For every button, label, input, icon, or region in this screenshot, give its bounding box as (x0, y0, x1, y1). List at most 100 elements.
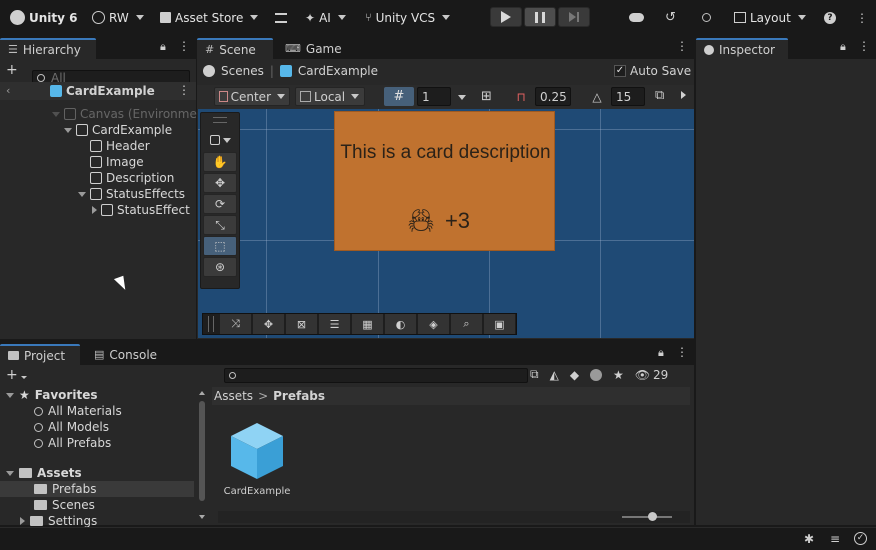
pause-button[interactable] (524, 7, 556, 27)
search-button[interactable] (702, 9, 711, 26)
history-button[interactable]: ↺ (665, 9, 676, 26)
scroll-up-icon[interactable] (199, 391, 205, 395)
search-by-type-icon[interactable]: ⧉ (530, 367, 539, 382)
cloud-button[interactable] (629, 9, 644, 26)
play-button[interactable] (490, 7, 522, 27)
grid-toggle[interactable]: # (384, 87, 414, 106)
check-circle-icon[interactable]: ✓ (854, 532, 867, 545)
assets-header[interactable]: Assets (6, 465, 82, 481)
tab-hierarchy[interactable]: ☰ Hierarchy (0, 38, 96, 59)
overlay-tool-button[interactable]: ⌕ (451, 314, 482, 334)
rotate-tool-button[interactable]: ⟳ (203, 194, 237, 214)
info-filter-icon[interactable] (590, 368, 603, 381)
tab-inspector[interactable]: Inspector (696, 38, 788, 59)
lock-icon[interactable]: 🔒︎ (658, 346, 664, 360)
space-dropdown[interactable]: Local (295, 87, 365, 106)
scroll-down-icon[interactable] (199, 515, 205, 519)
favorites-header[interactable]: ★ Favorites (6, 387, 97, 403)
angle-snap-field[interactable]: 15 (611, 87, 645, 106)
folder-tree-scrollbar[interactable] (198, 391, 206, 519)
chevron-down-icon[interactable] (458, 95, 466, 100)
tab-game[interactable]: ⌨ Game (277, 38, 350, 59)
help-button[interactable]: ? (824, 9, 836, 26)
folder-item-scenes[interactable]: Scenes (34, 497, 95, 513)
hierarchy-item[interactable]: StatusEffect (92, 202, 190, 218)
tab-console[interactable]: ▤ Console (86, 344, 165, 365)
star-icon[interactable]: ★ (613, 368, 624, 382)
scrollbar-thumb[interactable] (199, 401, 205, 501)
visibility-count[interactable]: 👁︎ 29 (635, 368, 669, 382)
layers-button[interactable] (275, 9, 287, 26)
drag-handle[interactable] (213, 117, 227, 123)
kebab-icon[interactable]: ⋮ (178, 39, 190, 53)
asset-tile[interactable]: CardExample (222, 421, 292, 497)
overlay-tool-button[interactable]: ⤨ (220, 314, 251, 334)
move-tool-button[interactable]: ✥ (203, 173, 237, 193)
icon-size-slider-track[interactable] (622, 516, 672, 518)
overlay-tool-button[interactable]: ⊠ (286, 314, 317, 334)
card-preview[interactable]: This is a card description 🦀︎ +3 (334, 111, 555, 251)
overlay-tool-button[interactable]: ☰ (319, 314, 350, 334)
lock-icon[interactable]: 🔒︎ (160, 40, 166, 54)
kebab-icon[interactable]: ⋮ (858, 39, 870, 53)
unity-menu[interactable]: Unity 6 (10, 9, 78, 26)
hierarchy-scene-row[interactable]: ‹ CardExample ⋮ (0, 82, 196, 100)
snap-grid-icon[interactable]: ⊞ (481, 89, 492, 104)
snap-magnet-icon[interactable]: ⊓ (509, 90, 533, 104)
scale-tool-button[interactable]: ⤡ (203, 215, 237, 235)
favorite-item[interactable]: All Materials (34, 403, 122, 419)
create-button[interactable]: + (6, 367, 27, 383)
tab-project[interactable]: Project (0, 344, 80, 365)
scene-view-options-icon[interactable]: ⧉ (655, 88, 664, 103)
hierarchy-item[interactable]: Canvas (Environment) (52, 106, 214, 122)
vcs-dropdown[interactable]: ⑂ Unity VCS (365, 9, 451, 26)
rect-tool-button[interactable]: ⬚ (203, 236, 237, 256)
kebab-icon[interactable]: ⋮ (178, 83, 190, 97)
hierarchy-item[interactable]: StatusEffects (78, 186, 185, 202)
hierarchy-item[interactable]: Description (90, 170, 174, 186)
overflow-arrow-icon[interactable] (681, 91, 686, 99)
overlay-tool-button[interactable]: ▣ (484, 314, 515, 334)
overlay-tool-button[interactable]: ◈ (418, 314, 449, 334)
kebab-icon[interactable]: ⋮ (676, 345, 688, 359)
scene-viewport[interactable]: This is a card description 🦀︎ +3 (198, 109, 694, 338)
label-tag-icon[interactable]: ◆ (570, 368, 579, 382)
overlay-tool-button[interactable]: ✥ (253, 314, 284, 334)
overlay-tool-button[interactable]: ▦ (352, 314, 383, 334)
hand-tool-button[interactable]: ✋ (203, 152, 237, 172)
filter-shapes-icon[interactable]: ◭ (550, 368, 559, 382)
favorite-item[interactable]: All Models (34, 419, 109, 435)
breadcrumb-prefabs[interactable]: Prefabs (273, 389, 325, 403)
tab-scene[interactable]: # Scene (197, 38, 273, 59)
more-menu-button[interactable]: ⋮ (856, 9, 868, 26)
layout-dropdown[interactable]: Layout (734, 9, 806, 26)
overlay-tool-button[interactable]: ◐ (385, 314, 416, 334)
bug-icon[interactable]: ✱ (804, 532, 814, 546)
angle-snap-icon[interactable]: △ (585, 90, 609, 104)
favorite-item[interactable]: All Prefabs (34, 435, 111, 451)
folder-item-prefabs[interactable]: Prefabs (0, 481, 194, 497)
database-icon[interactable]: ≡ (830, 532, 840, 546)
tool-mode-dropdown[interactable] (203, 129, 237, 151)
account-dropdown[interactable]: RW (92, 9, 144, 26)
breadcrumb-scenes[interactable]: Scenes (221, 64, 264, 78)
lock-icon[interactable]: 🔒︎ (840, 40, 846, 54)
grid-size-field[interactable]: 1 (417, 87, 451, 106)
snap-increment-field[interactable]: 0.25 (535, 87, 571, 106)
breadcrumb-assets[interactable]: Assets (214, 389, 253, 403)
project-search-input[interactable] (224, 368, 528, 383)
hierarchy-item[interactable]: CardExample (64, 122, 172, 138)
breadcrumb-current[interactable]: CardExample (298, 64, 378, 78)
ai-dropdown[interactable]: ✦ AI (305, 9, 346, 26)
pivot-dropdown[interactable]: Center (214, 87, 290, 106)
icon-size-slider-thumb[interactable] (648, 512, 657, 521)
hierarchy-item[interactable]: Header (90, 138, 150, 154)
transform-tool-button[interactable]: ⊛ (203, 257, 237, 277)
asset-store-dropdown[interactable]: Asset Store (160, 9, 259, 26)
hierarchy-item[interactable]: Image (90, 154, 144, 170)
drag-handle[interactable] (208, 316, 214, 332)
kebab-icon[interactable]: ⋮ (676, 39, 688, 53)
step-button[interactable] (558, 7, 590, 27)
auto-save-toggle[interactable]: ✓ Auto Save (614, 64, 691, 78)
back-arrow-icon[interactable]: ‹ (6, 84, 10, 97)
